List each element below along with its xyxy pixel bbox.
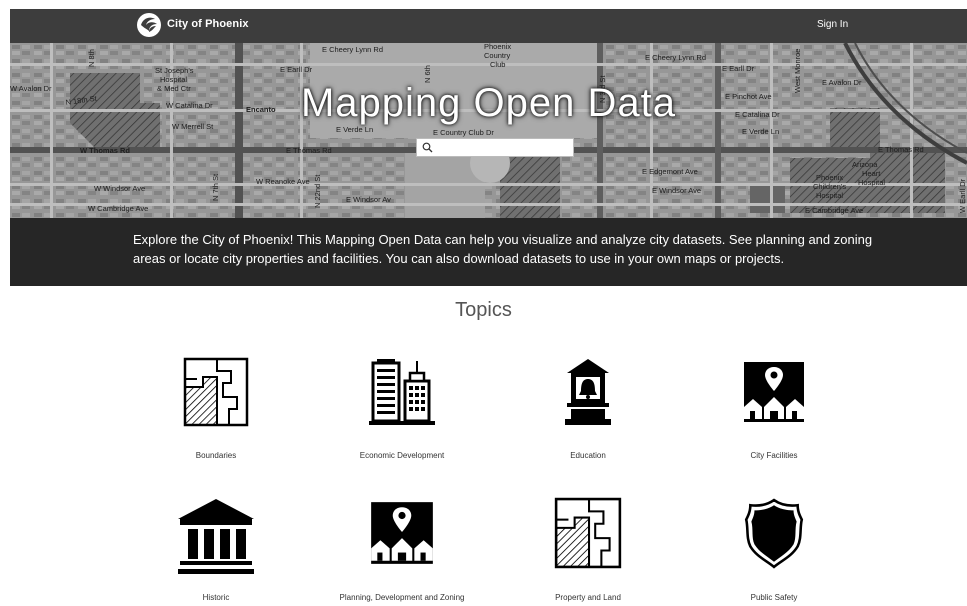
topics-heading: Topics bbox=[455, 299, 512, 321]
badge-shield-icon bbox=[744, 498, 804, 569]
topic-label: Economic Development bbox=[359, 451, 445, 460]
search-input[interactable] bbox=[437, 140, 575, 157]
topic-label: Property and Land bbox=[555, 593, 621, 602]
topic-label: City Facilities bbox=[750, 451, 798, 460]
classical-building-icon bbox=[178, 499, 254, 574]
map-pin-houses-icon bbox=[371, 502, 433, 564]
hero-banner: E Cheery Lynn Rd Phoenix Country Club E … bbox=[10, 43, 967, 218]
topic-label: Planning, Development and Zoning bbox=[339, 593, 465, 602]
topic-public-safety[interactable]: Public Safety bbox=[694, 497, 854, 605]
brand-title[interactable]: City of Phoenix bbox=[167, 18, 249, 30]
hero-title: Mapping Open Data bbox=[300, 81, 676, 125]
phoenix-logo-icon[interactable] bbox=[136, 12, 162, 38]
topic-city-facilities[interactable]: City Facilities bbox=[694, 357, 854, 467]
map-pin-houses-icon bbox=[744, 362, 804, 422]
buildings-icon bbox=[369, 359, 435, 425]
topic-label: Education bbox=[570, 451, 606, 460]
boundaries-icon bbox=[183, 357, 249, 427]
topic-historic[interactable]: Historic bbox=[136, 497, 296, 605]
sign-in-link[interactable]: Sign In bbox=[817, 19, 848, 30]
top-navbar: City of Phoenix Sign In bbox=[10, 9, 967, 43]
topic-label: Public Safety bbox=[750, 593, 798, 602]
topic-boundaries[interactable]: Boundaries bbox=[136, 357, 296, 467]
search-box[interactable] bbox=[416, 138, 575, 157]
parcel-map-icon bbox=[554, 497, 622, 569]
topic-education[interactable]: Education bbox=[508, 357, 668, 467]
description-band: Explore the City of Phoenix! This Mappin… bbox=[10, 218, 967, 286]
topic-label: Boundaries bbox=[195, 451, 237, 460]
topic-label: Historic bbox=[202, 593, 230, 602]
topic-economic-development[interactable]: Economic Development bbox=[322, 357, 482, 467]
search-icon[interactable] bbox=[422, 142, 433, 153]
hero-map-background: E Cheery Lynn Rd Phoenix Country Club E … bbox=[10, 43, 967, 218]
bell-tower-icon bbox=[565, 359, 611, 425]
topic-planning-development-zoning[interactable]: Planning, Development and Zoning bbox=[322, 497, 482, 605]
topic-property-and-land[interactable]: Property and Land bbox=[508, 497, 668, 605]
description-text: Explore the City of Phoenix! This Mappin… bbox=[133, 232, 873, 266]
